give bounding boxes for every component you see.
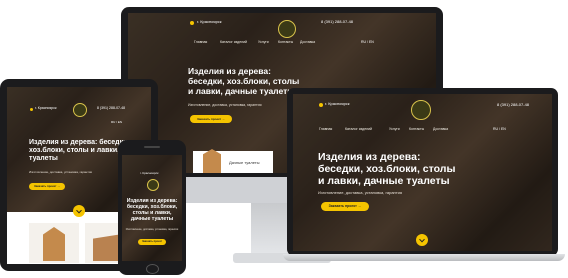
logo[interactable]: [147, 179, 159, 191]
phone-city: г. Красноярск: [140, 171, 159, 175]
imac-cta-button[interactable]: Заказать проект →: [190, 115, 232, 123]
tablet-catalog-card-1[interactable]: [29, 223, 79, 263]
location-icon: [30, 108, 33, 111]
nav-home[interactable]: Главная: [194, 40, 207, 44]
logo[interactable]: [73, 103, 87, 117]
location-icon: [319, 103, 323, 107]
phone-hero-sub: Изготовление, доставка, установка, гаран…: [125, 228, 179, 231]
imac-nav: Главная Каталог изделий Услуги Контакты …: [128, 39, 436, 47]
laptop-base: [283, 254, 565, 261]
tablet-city: г. Красноярск: [35, 106, 57, 110]
nav-delivery[interactable]: Доставка: [433, 127, 448, 131]
phone-hero-title: Изделия из дерева: беседки, хоз.блоки, с…: [126, 198, 178, 222]
tablet-lang[interactable]: RU / EN: [111, 120, 122, 124]
catalog-item-label[interactable]: Дачные туалеты: [229, 160, 260, 165]
imac-catalog-strip: Дачные туалеты: [193, 149, 273, 173]
laptop-city: г. Красноярск: [325, 101, 350, 106]
nav-catalog[interactable]: Каталог изделий: [345, 127, 372, 131]
laptop-hero-title: Изделия из дерева: беседки, хоз.блоки, с…: [318, 151, 456, 188]
laptop-device: г. Красноярск 8 (391) 288-07-48 RU / EN …: [283, 88, 565, 261]
tablet-phone[interactable]: 8 (391) 288-07-48: [97, 106, 125, 110]
laptop-phone[interactable]: 8 (391) 288-07-48: [497, 102, 529, 107]
logo[interactable]: [278, 20, 296, 38]
chevron-down-icon: [76, 207, 82, 214]
tablet-hero-sub: Изготовление, доставка, установка, гаран…: [29, 170, 92, 174]
nav-catalog[interactable]: Каталог изделий: [220, 40, 247, 44]
laptop-cta-button[interactable]: Заказать проект →: [321, 202, 369, 211]
nav-home[interactable]: Главная: [319, 127, 332, 131]
phone-cta-button[interactable]: Заказать проект: [138, 239, 166, 245]
scroll-down-button[interactable]: [73, 205, 85, 217]
wooden-toilet-image: [43, 227, 65, 261]
nav-services[interactable]: Услуги: [389, 127, 400, 131]
phone-speaker: [144, 146, 160, 148]
imac-city: г. Красноярск: [197, 19, 222, 24]
nav-contacts[interactable]: Контакты: [278, 40, 293, 44]
laptop-nav: Главная Каталог изделий Услуги Контакты …: [293, 127, 552, 135]
laptop-hero-sub: Изготовление, доставка, установка, гаран…: [318, 190, 402, 195]
scroll-down-button[interactable]: [416, 234, 428, 246]
location-icon: [190, 21, 194, 25]
chevron-down-icon: [419, 236, 425, 243]
tablet-cta-button[interactable]: Заказать проект →: [29, 183, 65, 190]
laptop-screen: г. Красноярск 8 (391) 288-07-48 RU / EN …: [293, 94, 552, 251]
imac-hero-sub: Изготовление, доставка, установка, гаран…: [188, 103, 262, 107]
nav-services[interactable]: Услуги: [258, 40, 269, 44]
phone-screen: г. Красноярск Изделия из дерева: беседки…: [122, 155, 182, 261]
logo[interactable]: [411, 100, 431, 120]
phone-home-button[interactable]: [146, 264, 159, 274]
phone-device: г. Красноярск Изделия из дерева: беседки…: [118, 140, 186, 275]
nav-delivery[interactable]: Доставка: [300, 40, 315, 44]
wooden-toilet-image: [203, 149, 221, 173]
imac-phone[interactable]: 8 (391) 288-07-48: [321, 19, 353, 24]
nav-contacts[interactable]: Контакты: [409, 127, 424, 131]
